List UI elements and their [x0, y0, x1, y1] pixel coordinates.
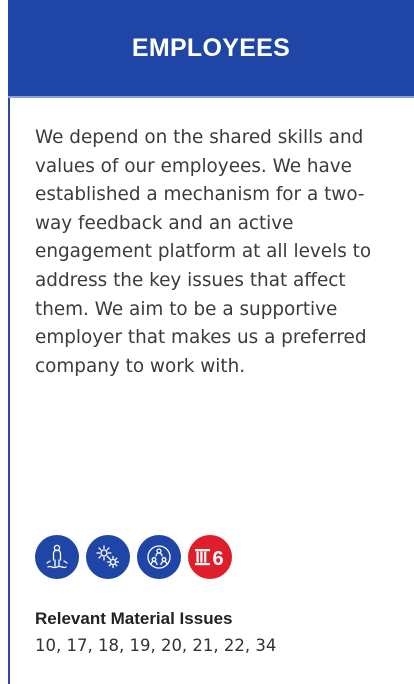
- icon-row: 6: [35, 535, 232, 579]
- capital-number: 6: [212, 548, 223, 570]
- person-growth-icon: [35, 535, 79, 579]
- card-left-border: [8, 0, 10, 684]
- capital-pillar-icon: 6: [188, 535, 232, 579]
- material-issues-list: 10, 17, 18, 19, 20, 21, 22, 34: [35, 636, 277, 655]
- gears-icon: [86, 535, 130, 579]
- card-header: EMPLOYEES: [8, 0, 414, 98]
- people-network-icon: [137, 535, 181, 579]
- employees-card: EMPLOYEES We depend on the shared skills…: [0, 0, 414, 684]
- card-title: EMPLOYEES: [131, 33, 291, 62]
- material-issues-heading: Relevant Material Issues: [35, 609, 233, 628]
- card-description: We depend on the shared skills and value…: [35, 127, 372, 377]
